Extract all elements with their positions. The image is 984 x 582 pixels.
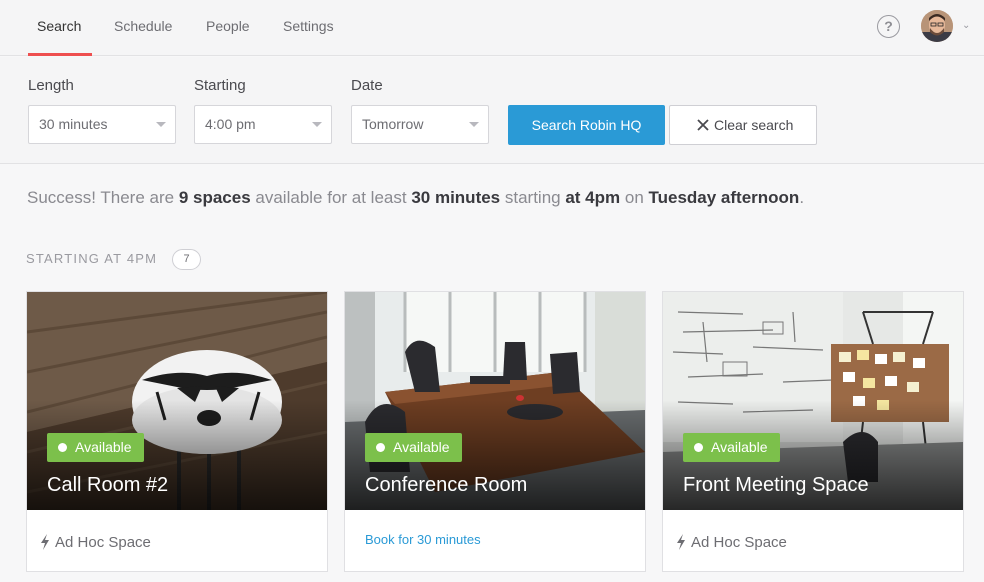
room-photo: Available Conference Room [345,292,645,510]
help-icon[interactable]: ? [877,15,900,38]
length-value: 30 minutes [39,116,108,132]
lightning-icon [41,534,49,550]
tab-search[interactable]: Search [37,0,81,56]
room-photo: Available Front Meeting Space [663,292,963,510]
dropdown-caret-icon [469,122,479,127]
search-filters: Length 30 minutes Starting 4:00 pm Date … [0,57,984,164]
book-link[interactable]: Book for 30 minutes [365,532,481,547]
room-card-call-room-2[interactable]: Available Call Room #2 Ad Hoc Space [26,291,328,572]
lightning-icon [677,534,685,550]
availability-label: Available [711,439,768,455]
result-count-badge: 7 [172,249,201,270]
section-heading: STARTING AT 4PM [26,251,158,266]
summary-text: Success! There are [27,188,179,207]
dropdown-caret-icon [156,122,166,127]
active-tab-indicator [28,53,92,56]
summary-time: at 4pm [565,188,621,207]
status-dot-icon [58,443,67,452]
status-dot-icon [694,443,703,452]
date-label: Date [351,77,383,94]
availability-badge: Available [365,433,462,462]
clear-search-label: Clear search [714,117,794,133]
search-button[interactable]: Search Robin HQ [508,105,665,145]
starting-select[interactable]: 4:00 pm [194,105,332,144]
length-select[interactable]: 30 minutes [28,105,176,144]
date-value: Tomorrow [362,116,424,132]
summary-duration: 30 minutes [411,188,501,207]
starting-value: 4:00 pm [205,116,256,132]
summary-spaces: 9 spaces [178,188,251,207]
room-name: Conference Room [365,474,528,496]
room-photo: Available Call Room #2 [27,292,327,510]
tab-schedule[interactable]: Schedule [114,0,172,56]
dropdown-caret-icon [312,122,322,127]
space-type-label: Ad Hoc Space [691,534,787,551]
card-footer: Ad Hoc Space [27,510,327,572]
summary-text: on [620,188,649,207]
tab-settings[interactable]: Settings [283,0,334,56]
room-name: Call Room #2 [47,474,169,496]
room-name: Front Meeting Space [683,474,869,496]
summary-text: available for at least [250,188,412,207]
date-select[interactable]: Tomorrow [351,105,489,144]
close-icon [697,119,709,131]
avatar[interactable] [921,10,953,42]
top-nav: Search Schedule People Settings ? ⌄ [0,0,984,56]
availability-label: Available [393,439,450,455]
space-type-label: Ad Hoc Space [55,534,151,551]
room-card-front-meeting-space[interactable]: Available Front Meeting Space Ad Hoc Spa… [662,291,964,572]
starting-label: Starting [194,77,246,94]
availability-label: Available [75,439,132,455]
clear-search-button[interactable]: Clear search [669,105,817,145]
availability-badge: Available [683,433,780,462]
length-label: Length [28,77,74,94]
tab-people[interactable]: People [206,0,250,56]
room-card-conference-room[interactable]: Available Conference Room Book for 30 mi… [344,291,646,572]
summary-text: starting [500,188,566,207]
chevron-down-icon[interactable]: ⌄ [962,20,970,31]
card-footer: Ad Hoc Space [663,510,963,572]
card-footer: Book for 30 minutes [345,510,645,572]
status-dot-icon [376,443,385,452]
summary-text: . [799,188,805,207]
results-summary: Success! There are 9 spaces available fo… [27,188,804,208]
availability-badge: Available [47,433,144,462]
summary-day: Tuesday afternoon [648,188,800,207]
